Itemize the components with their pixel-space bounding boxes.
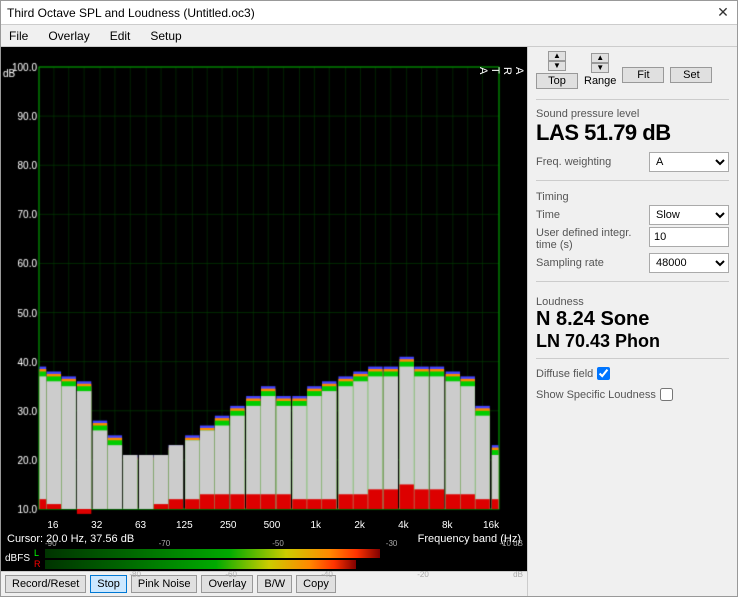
- diffuse-field-row: Diffuse field: [536, 367, 729, 380]
- spl-value: LAS 51.79 dB: [536, 120, 729, 146]
- freq-weighting-label: Freq. weighting: [536, 156, 611, 168]
- divider-4: [536, 358, 729, 359]
- time-row: Time Fast Slow Impulse: [536, 205, 729, 225]
- set-control-group: Set: [670, 67, 712, 83]
- channel-l-label: L: [34, 548, 42, 558]
- dbfs-tick-5: -10 dB: [499, 539, 523, 548]
- x-label-63: 63: [119, 520, 163, 531]
- dbfs-rtick-6: dB: [513, 570, 523, 579]
- x-label-1k: 1k: [294, 520, 338, 531]
- x-label-125: 125: [162, 520, 206, 531]
- dbfs-tick-2: -70: [159, 539, 171, 548]
- loudness-label: Loudness: [536, 296, 729, 308]
- divider-2: [536, 180, 729, 181]
- dbfs-rtick-3: -60: [225, 570, 237, 579]
- time-label: Time: [536, 209, 560, 221]
- diffuse-field-label: Diffuse field: [536, 368, 593, 380]
- dbfs-row: dBFS L -90 -70 -50 -30 -10 dB: [1, 546, 527, 571]
- timing-label: Timing: [536, 191, 729, 203]
- dbfs-rtick-5: -20: [417, 570, 429, 579]
- sampling-rate-label: Sampling rate: [536, 257, 604, 269]
- chart-area: Third octave SPL ARTA 16 32 63 125 250 5…: [1, 47, 527, 596]
- freq-weighting-row: Freq. weighting A B C Z: [536, 152, 729, 172]
- x-label-4k: 4k: [382, 520, 426, 531]
- menu-bar: File Overlay Edit Setup: [1, 25, 737, 47]
- main-window: Third Octave SPL and Loudness (Untitled.…: [0, 0, 738, 597]
- menu-setup[interactable]: Setup: [146, 28, 185, 44]
- range-spinner: ▲ ▼: [591, 53, 609, 73]
- spl-label: Sound pressure level: [536, 108, 729, 120]
- x-label-500: 500: [250, 520, 294, 531]
- timing-section: Timing Time Fast Slow Impulse User defin…: [536, 187, 729, 275]
- time-select[interactable]: Fast Slow Impulse: [649, 205, 729, 225]
- range-label: Range: [584, 75, 616, 87]
- fit-button[interactable]: Fit: [622, 67, 664, 83]
- diffuse-field-checkbox[interactable]: [597, 367, 610, 380]
- content-area: Third octave SPL ARTA 16 32 63 125 250 5…: [1, 47, 737, 596]
- top-range-controls: ▲ ▼ Top ▲ ▼ Range Fit Set: [536, 51, 729, 89]
- dbfs-label: dBFS: [5, 553, 30, 564]
- top-control-group: ▲ ▼ Top: [536, 51, 578, 89]
- window-title: Third Octave SPL and Loudness (Untitled.…: [7, 6, 255, 20]
- chart-canvas: [1, 47, 513, 519]
- range-up-button[interactable]: ▲: [591, 53, 609, 63]
- fit-control-group: Fit: [622, 67, 664, 83]
- freq-weighting-select[interactable]: A B C Z: [649, 152, 729, 172]
- x-label-16: 16: [31, 520, 75, 531]
- close-button[interactable]: ✕: [715, 5, 731, 21]
- right-panel: ▲ ▼ Top ▲ ▼ Range Fit Set: [527, 47, 737, 596]
- top-spinner: ▲ ▼: [548, 51, 566, 71]
- title-bar: Third Octave SPL and Loudness (Untitled.…: [1, 1, 737, 25]
- show-specific-checkbox[interactable]: [660, 388, 673, 401]
- x-label-8k: 8k: [425, 520, 469, 531]
- show-specific-row: Show Specific Loudness: [536, 388, 729, 401]
- set-button[interactable]: Set: [670, 67, 712, 83]
- sampling-rate-select[interactable]: 44100 48000 96000: [649, 253, 729, 273]
- range-control-group: ▲ ▼ Range: [584, 53, 616, 87]
- x-label-2k: 2k: [338, 520, 382, 531]
- x-label-16k: 16k: [469, 520, 513, 531]
- top-button[interactable]: Top: [536, 73, 578, 89]
- loudness-n-value: N 8.24 Sone: [536, 308, 729, 331]
- dbfs-rtick-4: -40: [321, 570, 333, 579]
- divider-3: [536, 281, 729, 282]
- dbfs-tick-3: -50: [272, 539, 284, 548]
- menu-overlay[interactable]: Overlay: [44, 28, 93, 44]
- show-specific-label: Show Specific Loudness: [536, 389, 656, 401]
- user-integr-row: User defined integr. time (s): [536, 227, 729, 251]
- user-integr-label: User defined integr. time (s): [536, 227, 636, 251]
- menu-file[interactable]: File: [5, 28, 32, 44]
- top-up-button[interactable]: ▲: [548, 51, 566, 61]
- x-axis-labels: 16 32 63 125 250 500 1k 2k 4k 8k 16k: [1, 519, 527, 532]
- loudness-ln-value: LN 70.43 Phon: [536, 331, 729, 352]
- range-down-button[interactable]: ▼: [591, 63, 609, 73]
- divider-1: [536, 99, 729, 100]
- x-label-32: 32: [75, 520, 119, 531]
- x-label-250: 250: [206, 520, 250, 531]
- spl-section: Sound pressure level LAS 51.79 dB: [536, 106, 729, 146]
- dbfs-tick-4: -30: [386, 539, 398, 548]
- dbfs-rtick-2: -80: [129, 570, 141, 579]
- sampling-rate-row: Sampling rate 44100 48000 96000: [536, 253, 729, 273]
- arta-label: ARTA: [477, 67, 525, 77]
- menu-edit[interactable]: Edit: [106, 28, 135, 44]
- user-integr-input[interactable]: [649, 227, 729, 247]
- loudness-section: Loudness N 8.24 Sone LN 70.43 Phon: [536, 292, 729, 352]
- dbfs-tick-1: -90: [45, 539, 57, 548]
- top-down-button[interactable]: ▼: [548, 61, 566, 71]
- channel-r-label: R: [34, 559, 42, 569]
